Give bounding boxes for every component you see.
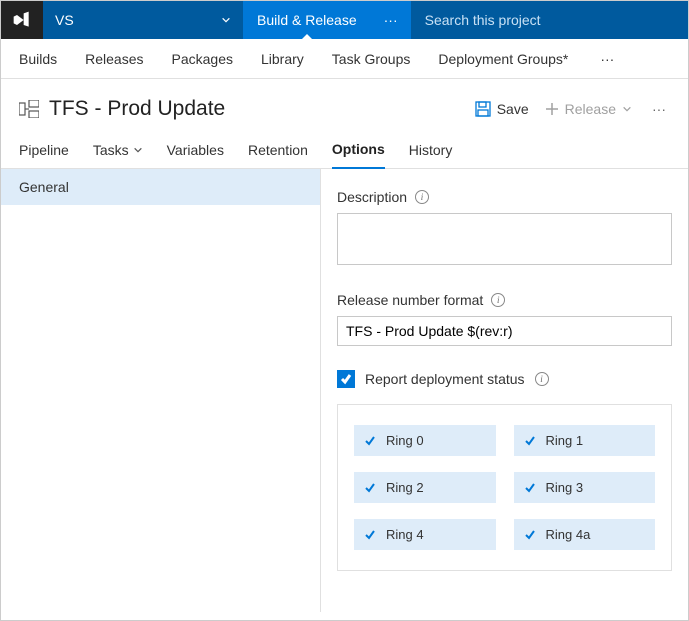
report-status-label: Report deployment status <box>365 371 525 387</box>
description-label: Description <box>337 189 407 205</box>
badge-label: Ring 4 <box>386 527 424 542</box>
badges-box: Ring 0 Ring 1 Ring 2 Ring 3 Ring 4 Ring … <box>337 404 672 571</box>
badge-ring-4a[interactable]: Ring 4a <box>514 519 656 550</box>
release-button[interactable]: Release <box>545 101 632 117</box>
secondary-nav: Builds Releases Packages Library Task Gr… <box>1 39 688 79</box>
badge-label: Ring 2 <box>386 480 424 495</box>
badge-ring-0[interactable]: Ring 0 <box>354 425 496 456</box>
save-label: Save <box>497 101 529 117</box>
nav-packages[interactable]: Packages <box>172 51 233 67</box>
page-title: TFS - Prod Update <box>49 97 225 121</box>
project-name: VS <box>55 12 74 28</box>
vsts-logo-icon <box>12 10 32 30</box>
description-group: Description i <box>337 189 672 268</box>
sidebar: General <box>1 169 321 612</box>
hub-build-release[interactable]: Build & Release <box>243 1 371 39</box>
title-left: TFS - Prod Update <box>19 97 225 121</box>
nav-releases[interactable]: Releases <box>85 51 143 67</box>
badge-ring-4[interactable]: Ring 4 <box>354 519 496 550</box>
tab-retention[interactable]: Retention <box>248 132 308 168</box>
release-format-label-row: Release number format i <box>337 292 672 308</box>
check-icon <box>364 529 376 541</box>
info-icon[interactable]: i <box>415 190 429 204</box>
description-input[interactable] <box>337 213 672 265</box>
tab-history[interactable]: History <box>409 132 453 168</box>
check-icon <box>340 373 352 385</box>
hub-label: Build & Release <box>257 12 357 28</box>
top-bar: VS Build & Release ··· Search this proje… <box>1 1 688 39</box>
body: General Description i Release number for… <box>1 169 688 612</box>
badge-ring-1[interactable]: Ring 1 <box>514 425 656 456</box>
tabs: Pipeline Tasks Variables Retention Optio… <box>1 131 688 169</box>
title-actions: Save Release ··· <box>475 101 670 117</box>
badge-label: Ring 0 <box>386 433 424 448</box>
badge-ring-2[interactable]: Ring 2 <box>354 472 496 503</box>
hub-overflow[interactable]: ··· <box>371 1 411 39</box>
report-status-checkbox[interactable] <box>337 370 355 388</box>
content: Description i Release number format i Re… <box>321 169 688 612</box>
badge-label: Ring 1 <box>546 433 584 448</box>
check-icon <box>524 529 536 541</box>
tab-pipeline[interactable]: Pipeline <box>19 132 69 168</box>
title-row: TFS - Prod Update Save Release ··· <box>1 79 688 131</box>
chevron-down-icon <box>221 15 231 25</box>
save-button[interactable]: Save <box>475 101 529 117</box>
tab-variables[interactable]: Variables <box>167 132 224 168</box>
tab-options[interactable]: Options <box>332 131 385 169</box>
plus-icon <box>545 102 559 116</box>
report-status-row: Report deployment status i <box>337 370 672 388</box>
release-definition-icon <box>19 100 39 118</box>
chevron-down-icon <box>622 104 632 114</box>
search-placeholder: Search this project <box>425 12 541 28</box>
badge-label: Ring 4a <box>546 527 591 542</box>
description-label-row: Description i <box>337 189 672 205</box>
check-icon <box>524 482 536 494</box>
search-box[interactable]: Search this project <box>411 1 688 39</box>
save-icon <box>475 101 491 117</box>
logo-cell[interactable] <box>1 1 43 39</box>
nav-deployment-groups[interactable]: Deployment Groups* <box>438 51 568 67</box>
release-format-label: Release number format <box>337 292 483 308</box>
actions-overflow[interactable]: ··· <box>648 101 670 117</box>
sidebar-item-general[interactable]: General <box>1 169 320 205</box>
info-icon[interactable]: i <box>535 372 549 386</box>
tab-tasks[interactable]: Tasks <box>93 132 143 168</box>
nav-overflow[interactable]: ··· <box>596 51 618 67</box>
nav-task-groups[interactable]: Task Groups <box>332 51 411 67</box>
badge-label: Ring 3 <box>546 480 584 495</box>
check-icon <box>364 482 376 494</box>
badge-ring-3[interactable]: Ring 3 <box>514 472 656 503</box>
project-selector[interactable]: VS <box>43 1 243 39</box>
info-icon[interactable]: i <box>491 293 505 307</box>
nav-library[interactable]: Library <box>261 51 304 67</box>
release-format-input[interactable] <box>337 316 672 346</box>
check-icon <box>364 435 376 447</box>
chevron-down-icon <box>133 145 143 155</box>
release-format-group: Release number format i <box>337 292 672 346</box>
tab-tasks-label: Tasks <box>93 142 129 158</box>
check-icon <box>524 435 536 447</box>
release-label: Release <box>565 101 616 117</box>
nav-builds[interactable]: Builds <box>19 51 57 67</box>
ellipsis-icon: ··· <box>384 12 398 28</box>
